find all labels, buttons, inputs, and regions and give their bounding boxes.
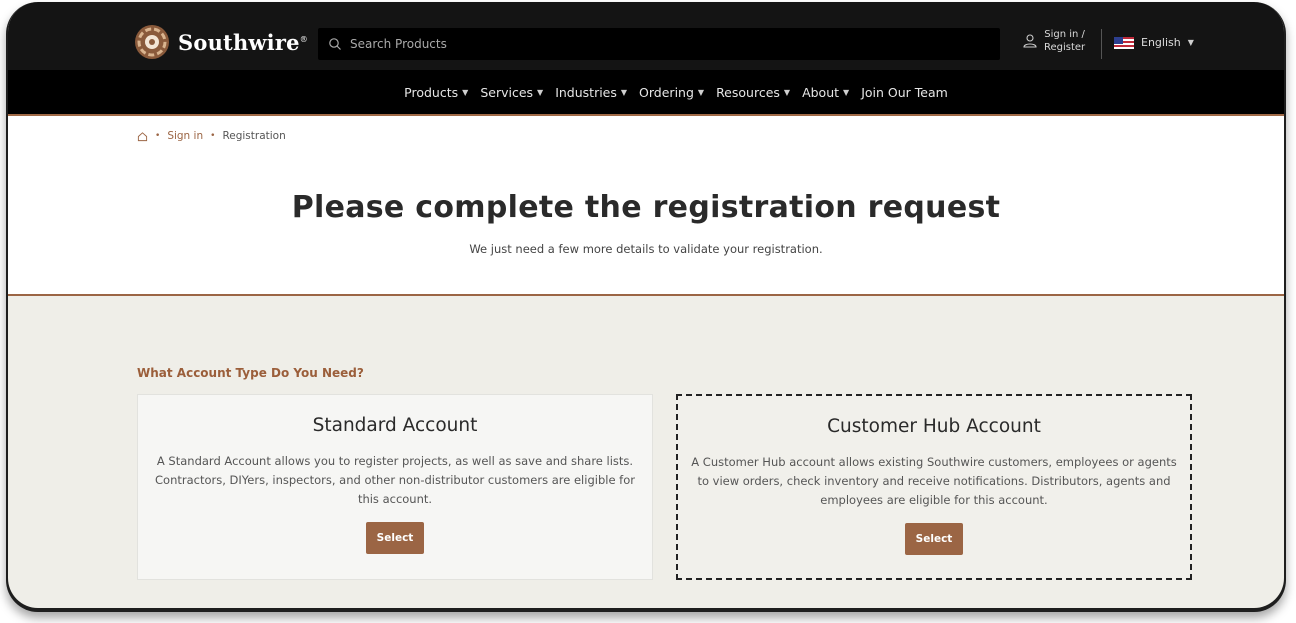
search-input[interactable]: [348, 36, 952, 52]
chevron-down-icon: ▼: [537, 87, 544, 97]
breadcrumb: • Sign in • Registration: [137, 130, 286, 142]
language-selector[interactable]: English ▼: [1114, 36, 1194, 49]
customer-hub-account-title: Customer Hub Account: [827, 416, 1041, 437]
customer-hub-account-card: Customer Hub Account A Customer Hub acco…: [676, 394, 1192, 580]
sign-in-register-link[interactable]: Sign in / Register: [1022, 28, 1085, 54]
chevron-down-icon: ▼: [697, 87, 705, 97]
header-divider: [1101, 29, 1102, 59]
site-header: Southwire® Sign in / Register: [8, 2, 1284, 70]
breadcrumb-current: Registration: [222, 130, 286, 142]
chevron-down-icon: ▼: [620, 87, 628, 97]
page-subtitle: We just need a few more details to valid…: [469, 242, 823, 256]
customer-hub-account-description: A Customer Hub account allows existing S…: [691, 455, 1177, 507]
nav-item-products[interactable]: Products ▼: [404, 85, 468, 100]
standard-account-title: Standard Account: [312, 415, 478, 436]
customer-hub-select-button[interactable]: Select: [905, 523, 963, 555]
account-type-question: What Account Type Do You Need?: [137, 366, 364, 380]
standard-account-select-button[interactable]: Select: [366, 522, 424, 554]
device-frame: Southwire® Sign in / Register: [6, 2, 1286, 612]
us-flag-icon: [1114, 36, 1134, 49]
browser-viewport: Southwire® Sign in / Register: [8, 2, 1284, 608]
standard-account-card: Standard Account A Standard Account allo…: [137, 394, 653, 580]
chevron-down-icon: ▼: [1187, 38, 1194, 47]
standard-account-description: A Standard Account allows you to registe…: [155, 454, 635, 506]
southwire-logo-icon: [135, 25, 169, 59]
page-hero: • Sign in • Registration Please complete…: [8, 116, 1284, 296]
search-bar[interactable]: [318, 28, 1000, 60]
page-title: Please complete the registration request: [291, 190, 1001, 225]
user-icon: [1023, 34, 1037, 48]
breadcrumb-separator: •: [210, 131, 216, 141]
chevron-down-icon: ▼: [783, 87, 791, 97]
chevron-down-icon: ▼: [462, 87, 469, 97]
nav-item-about[interactable]: About ▼: [802, 85, 849, 100]
home-icon[interactable]: [137, 131, 148, 142]
nav-item-services[interactable]: Services ▼: [480, 85, 543, 100]
nav-item-join-our-team[interactable]: Join Our Team: [861, 85, 948, 100]
nav-item-industries[interactable]: Industries ▼: [555, 85, 627, 100]
nav-item-ordering[interactable]: Ordering ▼: [639, 85, 704, 100]
chevron-down-icon: ▼: [843, 87, 850, 97]
language-label: English: [1141, 36, 1181, 49]
sign-in-label: Sign in / Register: [1044, 29, 1086, 53]
brand-logo[interactable]: Southwire®: [134, 24, 308, 60]
search-icon: [329, 38, 341, 50]
breadcrumb-sign-in-link[interactable]: Sign in: [167, 130, 203, 142]
main-navigation: Products ▼ Services ▼ Industries ▼ Ordering…: [8, 70, 1284, 116]
brand-name: Southwire®: [178, 29, 308, 55]
breadcrumb-separator: •: [155, 131, 161, 141]
nav-item-resources[interactable]: Resources ▼: [716, 85, 790, 100]
